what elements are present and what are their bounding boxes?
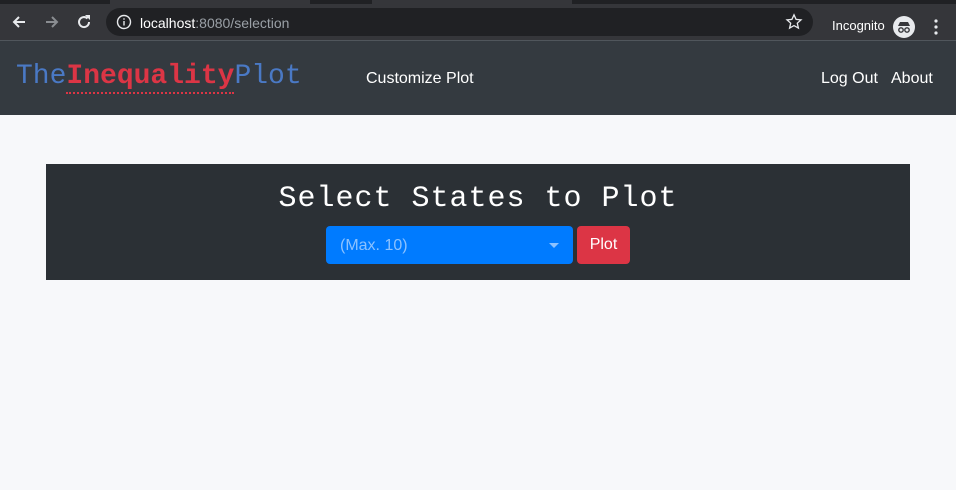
nav-log-out[interactable]: Log Out: [821, 70, 878, 88]
brand-part-inequality: Inequality: [66, 61, 235, 94]
plot-button[interactable]: Plot: [577, 226, 630, 264]
star-icon[interactable]: [785, 13, 803, 31]
state-select-placeholder: (Max. 10): [340, 237, 408, 254]
brand-part-plot: Plot: [234, 61, 302, 92]
app-navbar: TheInequalityPlot Customize Plot Log Out…: [0, 40, 956, 115]
browser-toolbar: localhost:8080/selection Incognito: [0, 4, 956, 40]
incognito-icon[interactable]: [893, 16, 915, 38]
url-host: localhost: [140, 15, 196, 31]
arrow-left-icon: [12, 16, 25, 28]
forward-button[interactable]: [39, 9, 65, 35]
incognito-label: Incognito: [832, 18, 885, 33]
reload-icon: [78, 15, 91, 29]
state-selection-panel: Select States to Plot (Max. 10) Plot: [46, 164, 910, 280]
url-text: localhost:8080/selection: [140, 15, 289, 31]
address-bar[interactable]: localhost:8080/selection: [106, 8, 813, 36]
nav-about[interactable]: About: [891, 70, 933, 88]
nav-customize-plot[interactable]: Customize Plot: [366, 70, 474, 88]
reload-button[interactable]: [71, 9, 97, 35]
panel-title: Select States to Plot: [278, 182, 678, 216]
incognito-glyph-icon: [898, 22, 910, 33]
state-select-dropdown[interactable]: (Max. 10): [326, 226, 573, 264]
back-button[interactable]: [6, 9, 32, 35]
brand-part-the: The: [16, 61, 67, 92]
arrow-right-icon: [46, 16, 59, 28]
brand-logo[interactable]: TheInequalityPlot: [16, 61, 302, 94]
caret-down-icon: [549, 243, 559, 248]
info-icon[interactable]: [116, 14, 132, 30]
url-path: :8080/selection: [195, 15, 290, 31]
more-menu-icon[interactable]: [932, 16, 940, 38]
